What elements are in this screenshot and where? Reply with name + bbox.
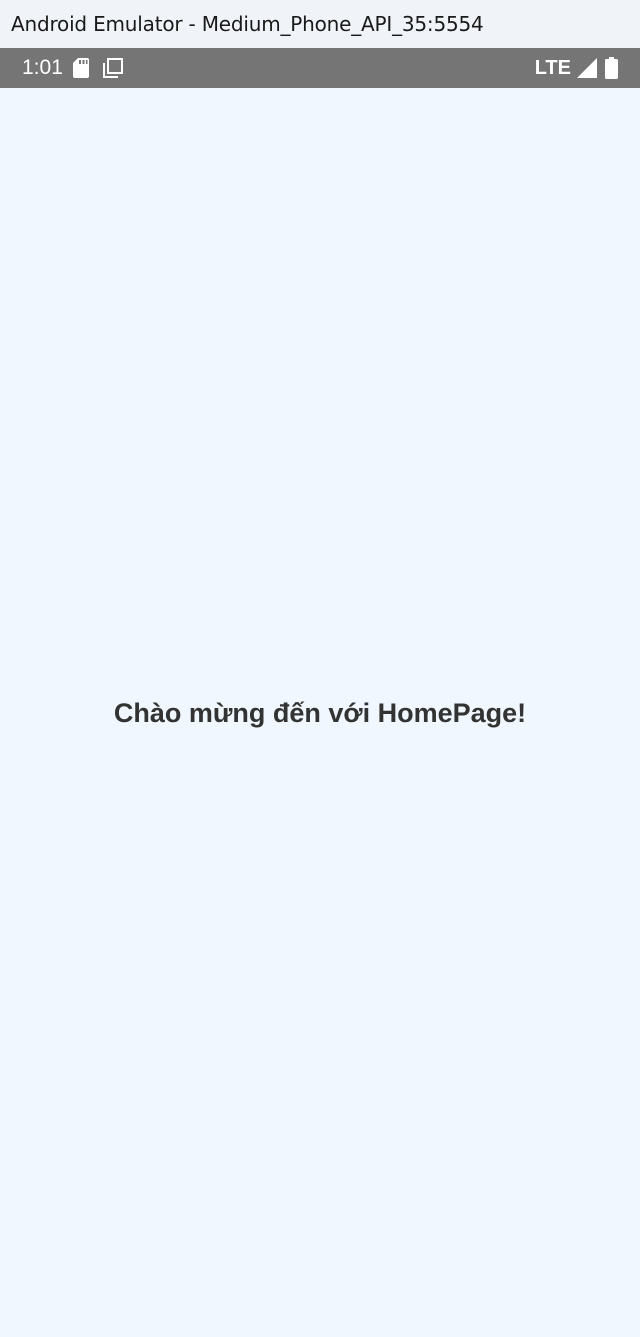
welcome-message: Chào mừng đến với HomePage!: [113, 697, 527, 728]
status-bar-right: LTE: [535, 57, 618, 80]
battery-icon: [605, 57, 618, 79]
status-time: 1:01: [22, 56, 63, 79]
status-bar-left: 1:01: [22, 56, 123, 80]
screen-capture-icon: [102, 58, 123, 78]
home-page-content: Chào mừng đến với HomePage!: [0, 88, 640, 1337]
emulator-window-titlebar: Android Emulator - Medium_Phone_API_35:5…: [0, 0, 640, 48]
signal-icon: [577, 58, 597, 78]
sd-card-icon: [72, 58, 89, 78]
android-status-bar: 1:01 LTE: [0, 48, 640, 88]
network-type: LTE: [534, 56, 571, 79]
window-title: Android Emulator - Medium_Phone_API_35:5…: [11, 12, 484, 36]
